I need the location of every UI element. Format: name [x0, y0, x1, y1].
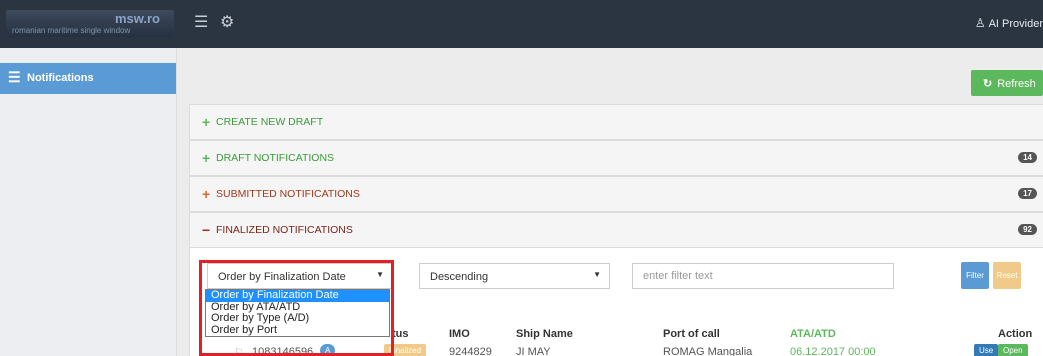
user-menu[interactable]: ♙ AI Provider: [975, 16, 1043, 30]
refresh-label: Refresh: [997, 78, 1036, 90]
order-by-value: Order by Finalization Date: [218, 271, 346, 283]
column-header-imo[interactable]: IMO: [449, 328, 470, 340]
panel-create-new-draft[interactable]: + CREATE NEW DRAFT: [189, 104, 1043, 140]
brand-name: msw.ro: [114, 11, 160, 26]
sort-direction-value: Descending: [430, 271, 489, 283]
dropdown-option[interactable]: Order by Finalization Date: [206, 289, 389, 302]
refresh-icon: ↻: [983, 78, 993, 90]
column-header-port-of-call[interactable]: Port of call: [663, 328, 720, 340]
open-button[interactable]: Open: [998, 344, 1028, 356]
use-button[interactable]: Use: [974, 344, 999, 356]
brand-logo[interactable]: msw.ro romanian maritime single window: [6, 10, 174, 37]
top-navbar: msw.ro romanian maritime single window ☰…: [0, 0, 1043, 48]
order-by-select[interactable]: Order by Finalization Date ▼: [207, 263, 393, 289]
panel-title: DRAFT NOTIFICATIONS: [216, 152, 335, 164]
filter-button[interactable]: Filter: [961, 262, 989, 289]
filter-text-input[interactable]: [632, 263, 894, 289]
notification-id: 1083146596: [252, 346, 314, 356]
cell-port-of-call: ROMAG Mangalia: [663, 346, 753, 356]
cell-ship-name: JI MAY: [516, 346, 551, 356]
minus-icon: −: [202, 222, 211, 238]
sort-direction-select[interactable]: Descending ▼: [419, 263, 610, 289]
column-header-action: Action: [998, 328, 1033, 340]
plus-icon: +: [202, 114, 211, 130]
chevron-down-icon: ▼: [593, 270, 601, 279]
panel-title: SUBMITTED NOTIFICATIONS: [216, 188, 360, 200]
panel-submitted-notifications[interactable]: + SUBMITTED NOTIFICATIONS 17: [189, 176, 1043, 212]
brand-tagline: romanian maritime single window: [12, 26, 131, 35]
count-badge: 14: [1018, 152, 1037, 163]
chevron-down-icon: ▼: [376, 270, 384, 279]
list-icon: ☰: [8, 69, 21, 85]
sidebar-item-notifications[interactable]: ☰ Notifications: [0, 63, 176, 94]
status-badge: Finalized: [384, 344, 427, 356]
user-icon: ♙: [974, 16, 986, 30]
reset-button[interactable]: Reset: [993, 262, 1021, 289]
count-badge: 17: [1018, 188, 1037, 199]
gear-icon[interactable]: ⚙: [220, 14, 234, 32]
ata-label: ATA: [790, 328, 811, 340]
refresh-button[interactable]: ↻ Refresh: [971, 70, 1043, 96]
panel-title: FINALIZED NOTIFICATIONS: [216, 224, 353, 236]
type-badge: A: [320, 344, 336, 356]
sidebar: ☰ Notifications: [0, 48, 177, 356]
atd-label: ATD: [814, 328, 836, 340]
user-name: AI Provider: [988, 18, 1043, 30]
dropdown-option[interactable]: Order by Port: [206, 324, 389, 337]
order-by-dropdown-list: Order by Finalization Date Order by ATA/…: [205, 289, 390, 337]
panel-title: CREATE NEW DRAFT: [216, 116, 324, 128]
panel-draft-notifications[interactable]: + DRAFT NOTIFICATIONS 14: [189, 140, 1043, 176]
plus-icon: +: [202, 186, 211, 202]
plus-icon: +: [202, 150, 211, 166]
cell-imo: 9244829: [449, 346, 492, 356]
cell-ata-atd: 06.12.2017 00:00: [790, 346, 876, 356]
sidebar-item-label: Notifications: [27, 72, 94, 84]
column-header-ata-atd[interactable]: ATA/ATD: [790, 328, 836, 340]
column-header-status[interactable]: tus: [392, 328, 409, 340]
count-badge: 92: [1018, 224, 1037, 235]
dropdown-option[interactable]: Order by Type (A/D): [206, 312, 389, 325]
hamburger-menu-icon[interactable]: ☰: [194, 14, 208, 32]
flag-icon: ⚐: [234, 347, 244, 356]
column-header-ship-name[interactable]: Ship Name: [516, 328, 573, 340]
panel-finalized-notifications[interactable]: − FINALIZED NOTIFICATIONS 92: [189, 212, 1043, 248]
